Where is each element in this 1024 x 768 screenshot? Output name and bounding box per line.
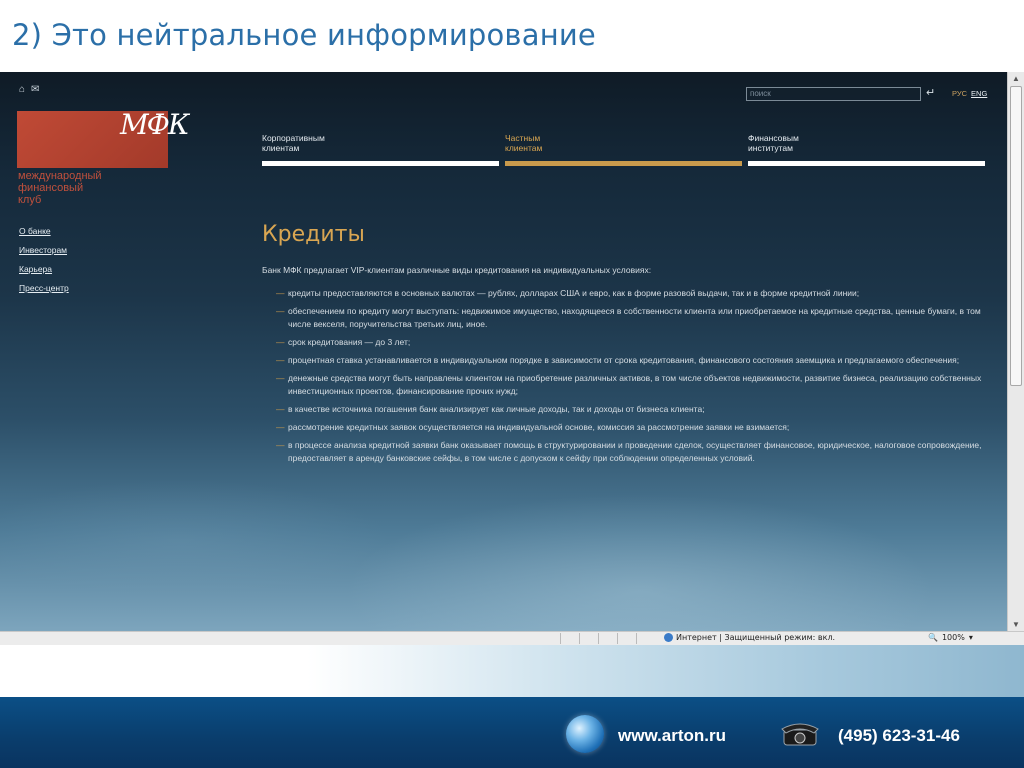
list-item: срок кредитования — до 3 лет; xyxy=(262,336,992,349)
list-item: обеспечением по кредиту могут выступать:… xyxy=(262,305,992,331)
security-zone[interactable]: Интернет | Защищенный режим: вкл. xyxy=(664,633,835,642)
zoom-icon: 🔍 xyxy=(928,633,938,642)
zoom-control[interactable]: 🔍 100% ▾ xyxy=(928,633,973,642)
search-input[interactable]: поиск xyxy=(746,87,921,101)
browser-screenshot: ⌂ ✉ МФК международный финансовый клуб О … xyxy=(0,72,1024,645)
logo-text: международный финансовый клуб xyxy=(18,170,102,206)
list-item: рассмотрение кредитных заявок осуществля… xyxy=(262,421,992,434)
scroll-thumb[interactable] xyxy=(1010,86,1022,386)
bank-website: ⌂ ✉ МФК международный финансовый клуб О … xyxy=(0,72,1007,631)
segment-tabs: Корпоративным клиентам Частным клиентам … xyxy=(262,133,985,166)
intro-text: Банк МФК предлагает VIP-клиентам различн… xyxy=(262,265,652,275)
tab-financial-institutions[interactable]: Финансовым институтам xyxy=(748,133,985,166)
lang-en[interactable]: ENG xyxy=(971,89,987,98)
tab-label: Финансовым институтам xyxy=(748,133,799,153)
list-item: кредиты предоставляются в основных валют… xyxy=(262,287,992,300)
nav-link-about[interactable]: О банке xyxy=(19,226,69,236)
footer-phone: (495) 623-31-46 xyxy=(838,726,960,745)
footer-url[interactable]: www.arton.ru xyxy=(618,726,726,746)
tab-bar xyxy=(262,161,499,166)
tab-private[interactable]: Частным клиентам xyxy=(505,133,742,166)
nav-link-press[interactable]: Пресс-центр xyxy=(19,283,69,293)
language-switch: РУС ENG xyxy=(952,89,987,98)
list-item: процентная ставка устанавливается в инди… xyxy=(262,354,992,367)
page-heading: Кредиты xyxy=(262,222,365,247)
tab-corporate[interactable]: Корпоративным клиентам xyxy=(262,133,499,166)
slide-title: 2) Это нейтральное информирование xyxy=(12,18,596,52)
zone-text: Интернет | Защищенный режим: вкл. xyxy=(676,633,836,642)
list-item: денежные средства могут быть направлены … xyxy=(262,372,992,398)
footer-glow xyxy=(0,645,1024,697)
left-nav: О банке Инвесторам Карьера Пресс-центр xyxy=(19,226,69,302)
slide-footer: www.arton.ru (495) 623-31-46 xyxy=(0,697,1024,768)
phone-icon xyxy=(781,723,819,746)
vertical-scrollbar[interactable]: ▲ ▼ xyxy=(1007,72,1024,631)
top-icons: ⌂ ✉ xyxy=(19,84,39,95)
nav-link-careers[interactable]: Карьера xyxy=(19,264,69,274)
zoom-level: 100% xyxy=(941,633,965,642)
home-icon[interactable]: ⌂ xyxy=(19,84,25,95)
scroll-up-icon[interactable]: ▲ xyxy=(1012,74,1020,83)
browser-status-bar: Интернет | Защищенный режим: вкл. 🔍 100%… xyxy=(0,631,1024,645)
logo[interactable]: МФК xyxy=(17,108,190,168)
tab-label: Частным клиентам xyxy=(505,133,543,153)
tab-bar xyxy=(505,161,742,166)
credit-terms-list: кредиты предоставляются в основных валют… xyxy=(262,287,992,465)
nav-link-investors[interactable]: Инвесторам xyxy=(19,245,69,255)
globe-icon xyxy=(664,633,673,642)
scroll-down-icon[interactable]: ▼ xyxy=(1012,620,1020,629)
lang-ru[interactable]: РУС xyxy=(952,89,967,98)
status-cells xyxy=(560,633,655,644)
search-submit-icon[interactable]: ↵ xyxy=(926,86,935,99)
list-item: в процессе анализа кредитной заявки банк… xyxy=(262,439,992,465)
globe-icon xyxy=(566,715,604,753)
logo-monogram: МФК xyxy=(120,108,190,141)
main-content: Кредиты Банк МФК предлагает VIP-клиентам… xyxy=(262,222,992,470)
list-item: в качестве источника погашения банк анал… xyxy=(262,403,992,416)
chevron-down-icon: ▾ xyxy=(968,633,973,642)
mail-icon[interactable]: ✉ xyxy=(31,84,39,95)
tab-label: Корпоративным клиентам xyxy=(262,133,325,153)
tab-bar xyxy=(748,161,985,166)
